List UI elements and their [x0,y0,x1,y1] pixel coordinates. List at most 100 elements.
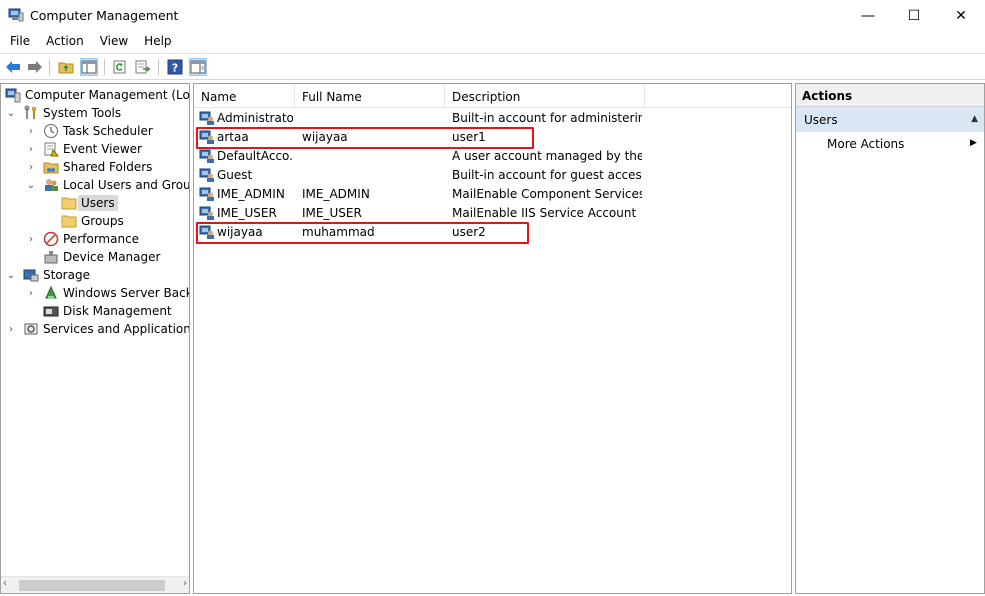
expand-chevron-icon[interactable]: › [26,162,36,173]
refresh-button[interactable] [111,58,129,76]
cell-name: IME_ADMIN [217,187,285,201]
close-button[interactable]: ✕ [938,0,984,31]
console-tree[interactable]: Computer Management (Local ⌄ System Tools ›… [0,83,190,594]
tree-item-label: Computer Management (Local [25,88,190,102]
svg-text:?: ? [172,62,178,75]
show-hide-console-tree-button[interactable] [80,58,98,76]
column-header-description[interactable]: Description [445,84,645,108]
tree-item-storage[interactable]: ⌄ Storage [7,266,90,284]
help-button[interactable]: ? [166,58,184,76]
forward-button[interactable] [26,58,44,76]
up-folder-icon [58,62,74,74]
user-row-administrator[interactable]: Administrator Built-in account for admini… [194,109,791,128]
actions-header: Actions [796,84,984,107]
actions-section-users[interactable]: Users ▲ [796,107,984,132]
clock-icon [43,123,59,139]
tree-horizontal-scrollbar[interactable]: ‹ › [1,576,189,593]
tree-item-local-users-and-groups[interactable]: ⌄ Local Users and Groups [27,176,190,194]
user-row-ime-user[interactable]: IME_USER IME_USER MailEnable IIS Service A… [194,204,791,223]
column-header-full-name[interactable]: Full Name [295,84,445,108]
collapse-chevron-icon[interactable]: ⌄ [26,180,36,191]
tree-item-windows-server-backup[interactable]: › Windows Server Backup [29,284,189,302]
tree-item-event-viewer[interactable]: › Event Viewer [29,140,142,158]
scrollbar-thumb[interactable] [19,580,165,591]
performance-icon [43,231,59,247]
toolbar-separator [104,59,105,75]
column-header-name[interactable]: Name [194,84,295,108]
user-icon [199,167,215,183]
expand-chevron-icon[interactable]: › [6,324,16,335]
maximize-button[interactable]: ☐ [891,0,937,31]
menu-help[interactable]: Help [136,31,179,53]
user-icon [199,205,215,221]
scroll-right-icon[interactable]: › [183,578,187,589]
highlight-annotation-box [196,127,534,149]
actions-pane: Actions Users ▲ More Actions ▶ [795,83,985,594]
back-button[interactable] [4,58,22,76]
toolbar-separator [158,59,159,75]
minimize-button[interactable]: — [845,0,891,31]
cell-description: Built-in account for guest access t... [452,168,642,182]
user-icon [199,148,215,164]
up-one-level-button[interactable] [57,58,75,76]
backup-icon [43,285,59,301]
cell-full-name: IME_USER [302,206,362,220]
collapse-chevron-icon[interactable]: ⌄ [6,270,16,281]
expand-chevron-icon[interactable]: › [26,144,36,155]
tree-item-groups[interactable]: Groups [61,212,124,230]
cell-name: Administrator [217,111,293,125]
collapse-chevron-icon[interactable]: ⌄ [6,108,16,119]
tree-item-label: System Tools [43,106,122,120]
tree-item-system-tools[interactable]: ⌄ System Tools [7,104,122,122]
scroll-left-icon[interactable]: ‹ [3,578,7,589]
menu-view[interactable]: View [92,31,136,53]
shared-folder-icon [43,159,59,175]
tree-item-label: Event Viewer [63,142,142,156]
tree-item-label: Task Scheduler [63,124,153,138]
maximize-icon: ☐ [907,7,921,24]
expand-chevron-icon[interactable]: › [26,234,36,245]
tree-item-shared-folders[interactable]: › Shared Folders [29,158,153,176]
expand-chevron-icon[interactable]: › [26,288,36,299]
refresh-icon [113,60,126,74]
user-row-guest[interactable]: Guest Built-in account for guest access t… [194,166,791,185]
menu-action[interactable]: Action [38,31,92,53]
tree-item-label: Disk Management [63,304,172,318]
storage-icon [23,267,39,283]
collapse-up-icon[interactable]: ▲ [971,114,978,124]
more-actions-item[interactable]: More Actions [827,137,904,151]
menu-file[interactable]: File [0,31,38,53]
tree-item-label: Performance [63,232,140,246]
tree-item-services-and-applications[interactable]: › Services and Applications [9,320,189,338]
show-hide-tree-icon [81,60,97,74]
expand-chevron-icon[interactable]: › [26,126,36,137]
tree-item-computer-management-local[interactable]: Computer Management (Local [5,86,190,104]
users-list-view[interactable]: Name Full Name Description Administrator… [193,83,792,594]
show-hide-action-pane-button[interactable] [189,58,207,76]
submenu-arrow-icon: ▶ [970,138,977,148]
computer-management-app-icon [8,8,24,22]
computer-management-icon [5,87,21,103]
tree-item-device-manager[interactable]: Device Manager [43,248,160,266]
tree-item-task-scheduler[interactable]: › Task Scheduler [29,122,153,140]
tree-item-performance[interactable]: › Performance [29,230,140,248]
tree-item-label: Storage [43,268,90,282]
device-manager-icon [43,249,59,265]
window-title: Computer Management [30,8,179,23]
user-row-defaultacco[interactable]: DefaultAcco... A user account managed by … [194,147,791,166]
minimize-icon: — [861,7,875,24]
disk-icon [43,303,59,319]
cell-description: A user account managed by the s... [452,149,642,163]
cell-name: Guest [217,168,253,182]
actions-section-label: Users [804,113,838,127]
cell-description: MailEnable Component Services ... [452,187,642,201]
list-header: Name Full Name Description [194,84,791,108]
tree-item-users[interactable]: Users [61,194,118,212]
user-row-ime-admin[interactable]: IME_ADMIN IME_ADMIN MailEnable Component S… [194,185,791,204]
tree-item-label: Local Users and Groups [63,178,190,192]
export-list-button[interactable] [134,58,152,76]
tree-item-label: Windows Server Backup [63,286,189,300]
tree-item-label: Shared Folders [63,160,153,174]
tree-item-disk-management[interactable]: Disk Management [43,302,172,320]
users-group-icon [43,177,59,193]
